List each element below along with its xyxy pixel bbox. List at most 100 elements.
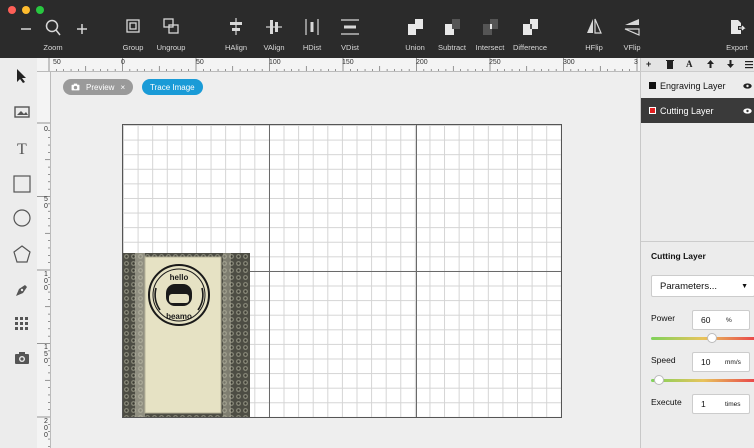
layer-toolbar: + A (641, 58, 754, 72)
execute-label: Execute (651, 397, 682, 407)
rename-layer-icon[interactable]: A (686, 59, 693, 69)
speed-value: 10 (701, 357, 711, 367)
hdist-icon (305, 19, 319, 35)
ellipse-tool[interactable] (8, 204, 36, 232)
camera-icon (71, 83, 80, 91)
export-icon (731, 20, 746, 34)
ruler-label: 50 (53, 59, 61, 66)
grid-array-tool[interactable] (8, 310, 36, 338)
text-t-icon: T (17, 141, 27, 156)
export-button[interactable]: Export (726, 16, 748, 56)
halign-button[interactable]: HAlign (225, 16, 247, 56)
difference-label: Difference (512, 43, 548, 52)
ungroup-icon (163, 18, 179, 34)
union-button[interactable]: Union (404, 16, 426, 56)
move-layer-up-icon[interactable] (706, 59, 715, 71)
group-button[interactable]: Group (122, 16, 144, 56)
ruler-label: 50 (196, 59, 204, 66)
preview-pill[interactable]: Preview × (63, 79, 134, 95)
horizontal-ruler-ticks (48, 58, 638, 71)
group-icon (126, 19, 140, 33)
halign-icon (230, 18, 242, 35)
vdist-button[interactable]: VDist (340, 16, 360, 56)
ruler-label: 0 (44, 126, 48, 133)
power-slider-knob[interactable] (707, 333, 718, 343)
intersect-icon (483, 19, 498, 35)
properties-title: Cutting Layer (651, 251, 706, 261)
close-window-button[interactable] (8, 6, 16, 14)
ruler-label: 100 (269, 59, 281, 66)
hflip-button[interactable]: HFlip (584, 16, 604, 56)
pen-icon (16, 285, 27, 296)
ungroup-label: Ungroup (156, 43, 186, 52)
power-unit: % (726, 316, 732, 324)
cursor-arrow-icon (17, 69, 26, 83)
subtract-button[interactable]: Subtract (438, 16, 466, 56)
eye-icon[interactable] (743, 107, 752, 114)
difference-icon (523, 19, 538, 35)
zoom-tool[interactable]: Zoom (42, 16, 64, 56)
hdist-button[interactable]: HDist (302, 16, 322, 56)
intersect-button[interactable]: Intersect (476, 16, 504, 56)
ruler-label: 5 0 (44, 196, 48, 210)
speed-slider[interactable] (651, 375, 754, 385)
maximize-window-button[interactable] (36, 6, 44, 14)
minimize-window-button[interactable] (22, 6, 30, 14)
subtract-icon (445, 19, 460, 35)
rectangle-tool[interactable] (8, 170, 36, 198)
preview-label: Preview (86, 82, 115, 92)
trace-image-button[interactable]: Trace Image (142, 79, 203, 95)
trace-image-label: Trace Image (150, 82, 195, 92)
valign-button[interactable]: VAlign (263, 16, 285, 56)
ruler-label: 2 0 0 (44, 418, 48, 439)
image-tool[interactable] (8, 98, 36, 126)
layer-name: Cutting Layer (660, 105, 714, 116)
vertical-ruler: 0 5 0 1 0 0 1 5 0 2 0 0 (37, 72, 51, 448)
canvas-area[interactable]: Preview × Trace Image hello beamo (51, 72, 640, 448)
polygon-tool[interactable] (8, 240, 36, 268)
layer-color-swatch[interactable] (649, 82, 656, 89)
ruler-label: 1 0 0 (44, 271, 48, 292)
layer-row-cutting[interactable]: Cutting Layer (641, 98, 754, 123)
speed-slider-knob[interactable] (653, 375, 664, 385)
power-input[interactable]: 60 % (692, 310, 750, 330)
layer-row-engraving[interactable]: Engraving Layer (641, 73, 754, 98)
camera-photo: hello beamo (123, 253, 250, 417)
text-tool[interactable]: T (8, 134, 36, 162)
move-layer-down-icon[interactable] (726, 59, 735, 71)
pen-tool[interactable] (8, 276, 36, 304)
vflip-button[interactable]: VFlip (622, 16, 642, 56)
parameters-dropdown[interactable]: Parameters... ▼ (651, 275, 754, 297)
zoom-in-button[interactable] (74, 16, 90, 56)
execute-input[interactable]: 1 times (692, 394, 750, 414)
layer-color-swatch[interactable] (649, 107, 656, 114)
add-layer-icon[interactable]: + (646, 59, 651, 69)
layer-properties-panel: Cutting Layer Parameters... ▼ Power 60 %… (641, 241, 754, 448)
ruler-label: 150 (342, 59, 354, 66)
eye-icon[interactable] (743, 82, 752, 89)
select-tool[interactable] (8, 62, 36, 90)
power-slider[interactable] (651, 333, 754, 343)
zoom-label: Zoom (43, 43, 63, 52)
execute-unit: times (725, 400, 741, 408)
ruler-label: 3 (634, 59, 638, 66)
halign-label: HAlign (224, 43, 248, 52)
difference-button[interactable]: Difference (513, 16, 547, 56)
ungroup-button[interactable]: Ungroup (157, 16, 185, 56)
export-label: Export (726, 43, 748, 52)
plus-icon (77, 24, 87, 34)
camera-tool[interactable] (8, 344, 36, 372)
preview-close-icon[interactable]: × (120, 83, 125, 92)
work-area-grid[interactable]: hello beamo (122, 124, 562, 418)
vflip-label: VFlip (623, 43, 641, 52)
ruler-label: 250 (489, 59, 501, 66)
photo-hello-text: hello (170, 273, 189, 282)
minus-icon (21, 28, 31, 30)
trash-icon[interactable] (666, 59, 674, 71)
speed-input[interactable]: 10 mm/s (692, 352, 750, 372)
beam-studio-window: Zoom Group Ungroup HAlign VAlign HDist V… (0, 0, 754, 448)
layer-menu-icon[interactable] (745, 59, 753, 71)
hflip-label: HFlip (585, 43, 603, 52)
image-icon (14, 106, 30, 118)
dropdown-caret-icon: ▼ (741, 282, 748, 290)
